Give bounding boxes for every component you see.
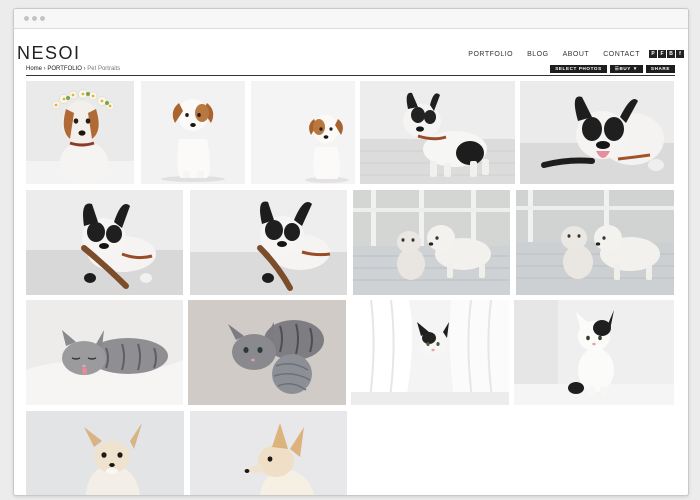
site-logo[interactable]: NESOI (17, 43, 81, 64)
behance-icon[interactable]: B (667, 50, 675, 58)
photo-jack-russell-puppy[interactable] (251, 81, 355, 184)
nav-portfolio[interactable]: PORTFOLIO (468, 51, 513, 58)
photo-chihuahua-profile[interactable] (190, 411, 347, 495)
nav-blog[interactable]: BLOG (527, 51, 548, 58)
browser-window: NESOI PORTFOLIO BLOG ABOUT CONTACT P F B… (13, 8, 689, 496)
photo-kitten-and-puppy-window[interactable] (353, 190, 510, 295)
photo-french-bulldog-standing[interactable] (360, 81, 515, 184)
photo-black-white-kitten[interactable] (514, 300, 674, 405)
nav-about[interactable]: ABOUT (563, 51, 590, 58)
pinterest-icon[interactable]: P (649, 50, 657, 58)
window-dot-icon[interactable] (40, 16, 45, 21)
browser-titlebar (14, 9, 688, 29)
photo-tabby-kitten-sleeping[interactable] (26, 300, 183, 405)
photo-kitten-peeking-curtain[interactable] (351, 300, 509, 405)
photo-dog-flower-crown[interactable] (26, 81, 134, 184)
window-dot-icon[interactable] (32, 16, 37, 21)
flickr-icon[interactable]: F (658, 50, 666, 58)
breadcrumb-home[interactable]: Home (26, 66, 42, 72)
select-photos-button[interactable]: SELECT PHOTOS (550, 65, 607, 73)
site-header: NESOI PORTFOLIO BLOG ABOUT CONTACT P F B… (14, 29, 688, 69)
window-dot-icon[interactable] (24, 16, 29, 21)
photo-french-bulldog-toy[interactable] (520, 81, 674, 184)
photo-chihuahua-front[interactable] (26, 411, 184, 495)
breadcrumb-current: Pet Portraits (87, 66, 121, 72)
photo-kitten-yarn-ball[interactable] (188, 300, 346, 405)
breadcrumb-bar: Home › PORTFOLIO › Pet Portraits SELECT … (26, 65, 675, 76)
photo-jack-russell-sitting[interactable] (141, 81, 245, 184)
main-nav: PORTFOLIO BLOG ABOUT CONTACT P F B f (454, 50, 684, 58)
breadcrumb-portfolio[interactable]: PORTFOLIO (47, 66, 82, 72)
buy-button[interactable]: ☰BUY ▼ (609, 65, 643, 73)
social-links: P F B f (648, 50, 684, 58)
nav-contact[interactable]: CONTACT (603, 51, 640, 58)
photo-french-bulldog-chew-stick[interactable] (26, 190, 183, 295)
breadcrumb: Home › PORTFOLIO › Pet Portraits (26, 66, 120, 72)
share-button[interactable]: SHARE (645, 65, 675, 73)
photo-kitten-and-puppy-standing[interactable] (516, 190, 674, 295)
photo-french-bulldog-chew-stick-close[interactable] (190, 190, 347, 295)
gallery-actions: SELECT PHOTOS ☰BUY ▼ SHARE (547, 65, 675, 73)
facebook-icon[interactable]: f (676, 50, 684, 58)
